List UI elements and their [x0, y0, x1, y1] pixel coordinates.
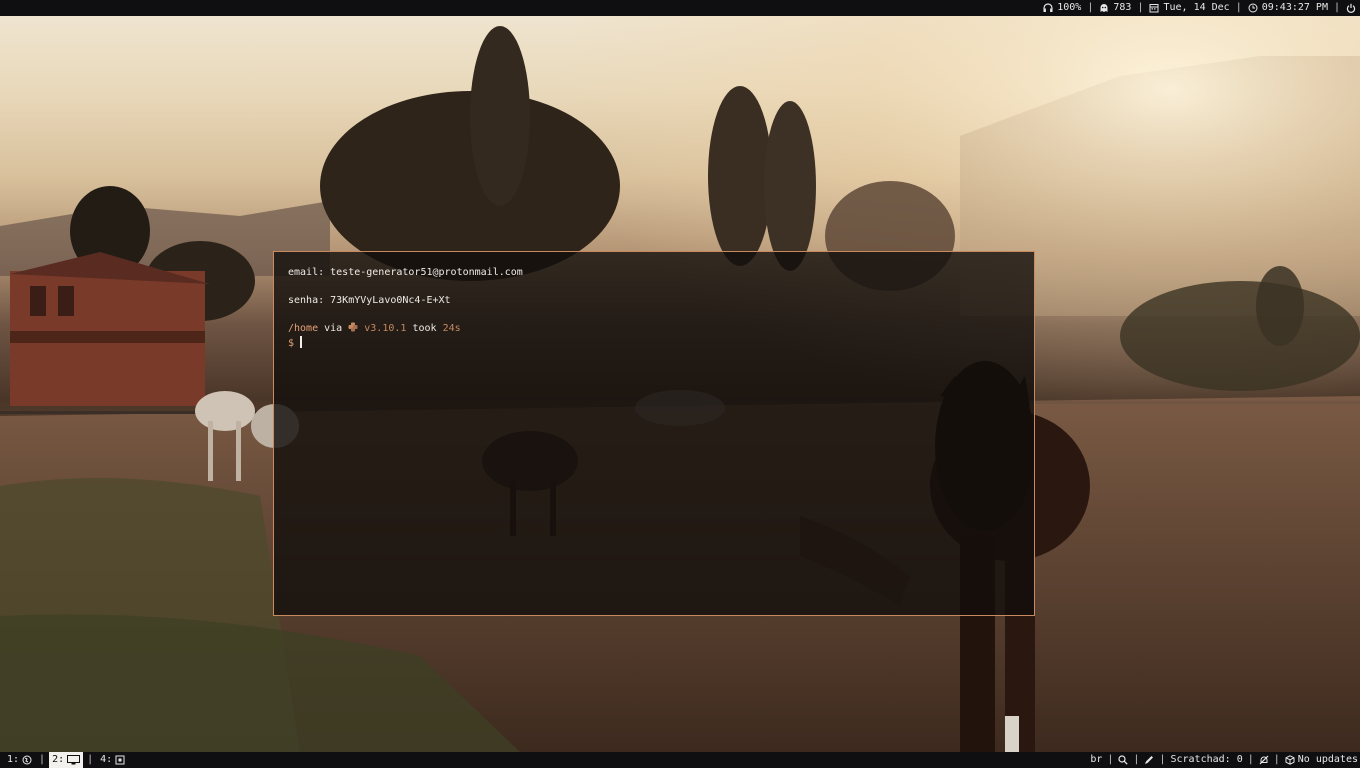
keyboard-layout[interactable]: br — [1090, 752, 1102, 768]
updates-text: No updates — [1297, 754, 1358, 765]
headphones-icon — [1043, 3, 1053, 13]
ghost-widget[interactable]: 783 — [1099, 0, 1131, 16]
separator: | — [1137, 2, 1144, 13]
system-tray: br | | | Scratchad: 0 | | No updates — [1090, 752, 1360, 768]
window-icon — [115, 755, 125, 765]
workspace-label: 4: — [100, 754, 113, 765]
separator: | — [1333, 2, 1340, 13]
prompt-duration: 24s — [442, 323, 461, 334]
text-cursor — [300, 336, 303, 348]
terminal-email-line: email: teste-generator51@protonmail.com — [288, 267, 523, 278]
clock-widget[interactable]: 09:43:27 PM — [1248, 0, 1328, 16]
globe-icon — [22, 755, 32, 765]
volume-widget[interactable]: 100% — [1043, 0, 1081, 16]
monitor-icon — [67, 755, 81, 765]
workspace-list: 1: | 2: | 4: — [0, 752, 128, 768]
terminal-input-line[interactable]: $ — [288, 336, 1020, 350]
date-text: Tue, 14 Dec — [1163, 2, 1230, 13]
separator: | — [1107, 754, 1114, 765]
separator: | — [39, 754, 46, 765]
separator: | — [1235, 2, 1242, 13]
package-icon — [1285, 755, 1295, 765]
workspace-label: 1: — [7, 754, 20, 765]
volume-level: 100% — [1057, 2, 1082, 13]
separator: | — [1247, 754, 1254, 765]
separator: | — [87, 754, 94, 765]
separator: | — [1133, 754, 1140, 765]
clock-icon — [1248, 3, 1258, 13]
prompt-symbol: $ — [288, 338, 295, 349]
terminal-window[interactable]: email: teste-generator51@protonmail.com … — [273, 251, 1035, 616]
separator: | — [1087, 2, 1094, 13]
workspace-label: 2: — [52, 754, 65, 765]
search-icon[interactable] — [1118, 755, 1129, 765]
date-widget[interactable]: Tue, 14 Dec — [1149, 0, 1230, 16]
top-status-bar: 100% | 783 | Tue, 14 Dec | 09:43:27 PM | — [0, 0, 1360, 16]
separator: | — [1159, 754, 1166, 765]
scratchpad-counter[interactable]: Scratchad: 0 — [1170, 752, 1242, 768]
updates-widget[interactable]: No updates — [1285, 752, 1358, 768]
terminal-prompt-info: /home via v3.10.1 took 24s — [288, 322, 1020, 336]
separator: | — [1273, 754, 1280, 765]
ghost-count: 783 — [1113, 2, 1132, 13]
calendar-icon — [1149, 3, 1159, 13]
power-icon[interactable] — [1346, 3, 1356, 13]
prompt-took: took — [412, 323, 437, 334]
bottom-status-bar: 1: | 2: | 4: br | | | Scratchad: 0 | | N… — [0, 752, 1360, 768]
workspace-4[interactable]: 4: — [97, 752, 128, 768]
prompt-via: via — [324, 323, 343, 334]
prompt-path: /home — [288, 323, 319, 334]
workspace-2[interactable]: 2: — [49, 752, 84, 768]
notifications-off-icon[interactable] — [1259, 755, 1269, 765]
time-text: 09:43:27 PM — [1261, 2, 1328, 13]
workspace-1[interactable]: 1: — [4, 752, 35, 768]
pen-icon[interactable] — [1144, 755, 1154, 765]
ghost-icon — [1099, 3, 1109, 13]
python-icon — [348, 322, 358, 332]
terminal-password-line: senha: 73KmYVyLavo0Nc4-E+Xt — [288, 295, 451, 306]
prompt-python-version: v3.10.1 — [364, 323, 407, 334]
